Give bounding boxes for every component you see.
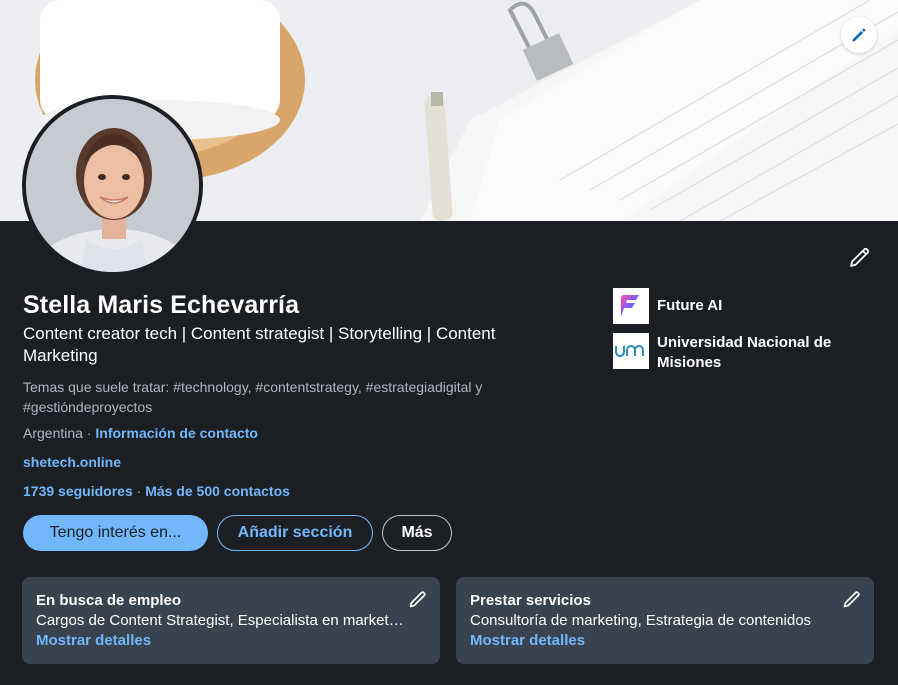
open-to-work-panel[interactable]: En busca de empleo Cargos de Content Str… — [22, 577, 440, 664]
pencil-icon — [850, 247, 870, 267]
edit-panel-button[interactable] — [408, 589, 428, 609]
add-section-button[interactable]: Añadir sección — [217, 515, 373, 551]
network-line: 1739 seguidores · Más de 500 contactos — [23, 483, 290, 499]
panel-title: Prestar servicios — [470, 592, 591, 609]
org-item-future-ai[interactable]: Future AI — [613, 288, 847, 324]
location-line: Argentina · Información de contacto — [23, 425, 258, 441]
providing-services-panel[interactable]: Prestar servicios Consultoría de marketi… — [456, 577, 874, 664]
profile-name: Stella Maris Echevarría — [23, 291, 300, 319]
edit-intro-button[interactable] — [848, 245, 872, 269]
location-text: Argentina — [23, 425, 83, 441]
separator: · — [132, 483, 146, 499]
open-to-button[interactable]: Tengo interés en... — [23, 515, 208, 551]
avatar-image — [26, 99, 199, 272]
unam-logo-icon — [615, 345, 644, 357]
contact-info-link[interactable]: Información de contacto — [95, 425, 258, 441]
org-name: Universidad Nacional de Misiones — [657, 334, 832, 371]
pencil-icon — [843, 591, 860, 608]
pencil-icon — [409, 591, 426, 608]
followers-link[interactable]: 1739 seguidores — [23, 483, 133, 499]
panel-title: En busca de empleo — [36, 592, 182, 609]
panel-description: Cargos de Content Strategist, Especialis… — [36, 612, 406, 629]
edit-banner-button[interactable] — [841, 17, 877, 53]
edit-panel-button[interactable] — [842, 589, 862, 609]
org-name: Future AI — [657, 297, 723, 314]
unam-logo — [613, 333, 649, 369]
profile-topics: Temas que suele tratar: #technology, #co… — [23, 379, 483, 415]
separator: · — [82, 425, 96, 441]
org-item-unam[interactable]: Universidad Nacional de Misiones — [613, 333, 847, 373]
connections-link[interactable]: Más de 500 contactos — [145, 483, 290, 499]
more-button[interactable]: Más — [382, 515, 452, 551]
future-ai-logo-icon — [621, 295, 639, 317]
show-details-link[interactable]: Mostrar detalles — [36, 631, 426, 651]
pencil-icon — [852, 28, 866, 42]
website-link[interactable]: shetech.online — [23, 454, 121, 470]
panel-description: Consultoría de marketing, Estrategia de … — [470, 612, 812, 629]
future-ai-logo — [613, 288, 649, 324]
show-details-link[interactable]: Mostrar detalles — [470, 631, 860, 651]
profile-headline: Content creator tech | Content strategis… — [23, 324, 496, 365]
profile-photo[interactable] — [22, 95, 203, 276]
